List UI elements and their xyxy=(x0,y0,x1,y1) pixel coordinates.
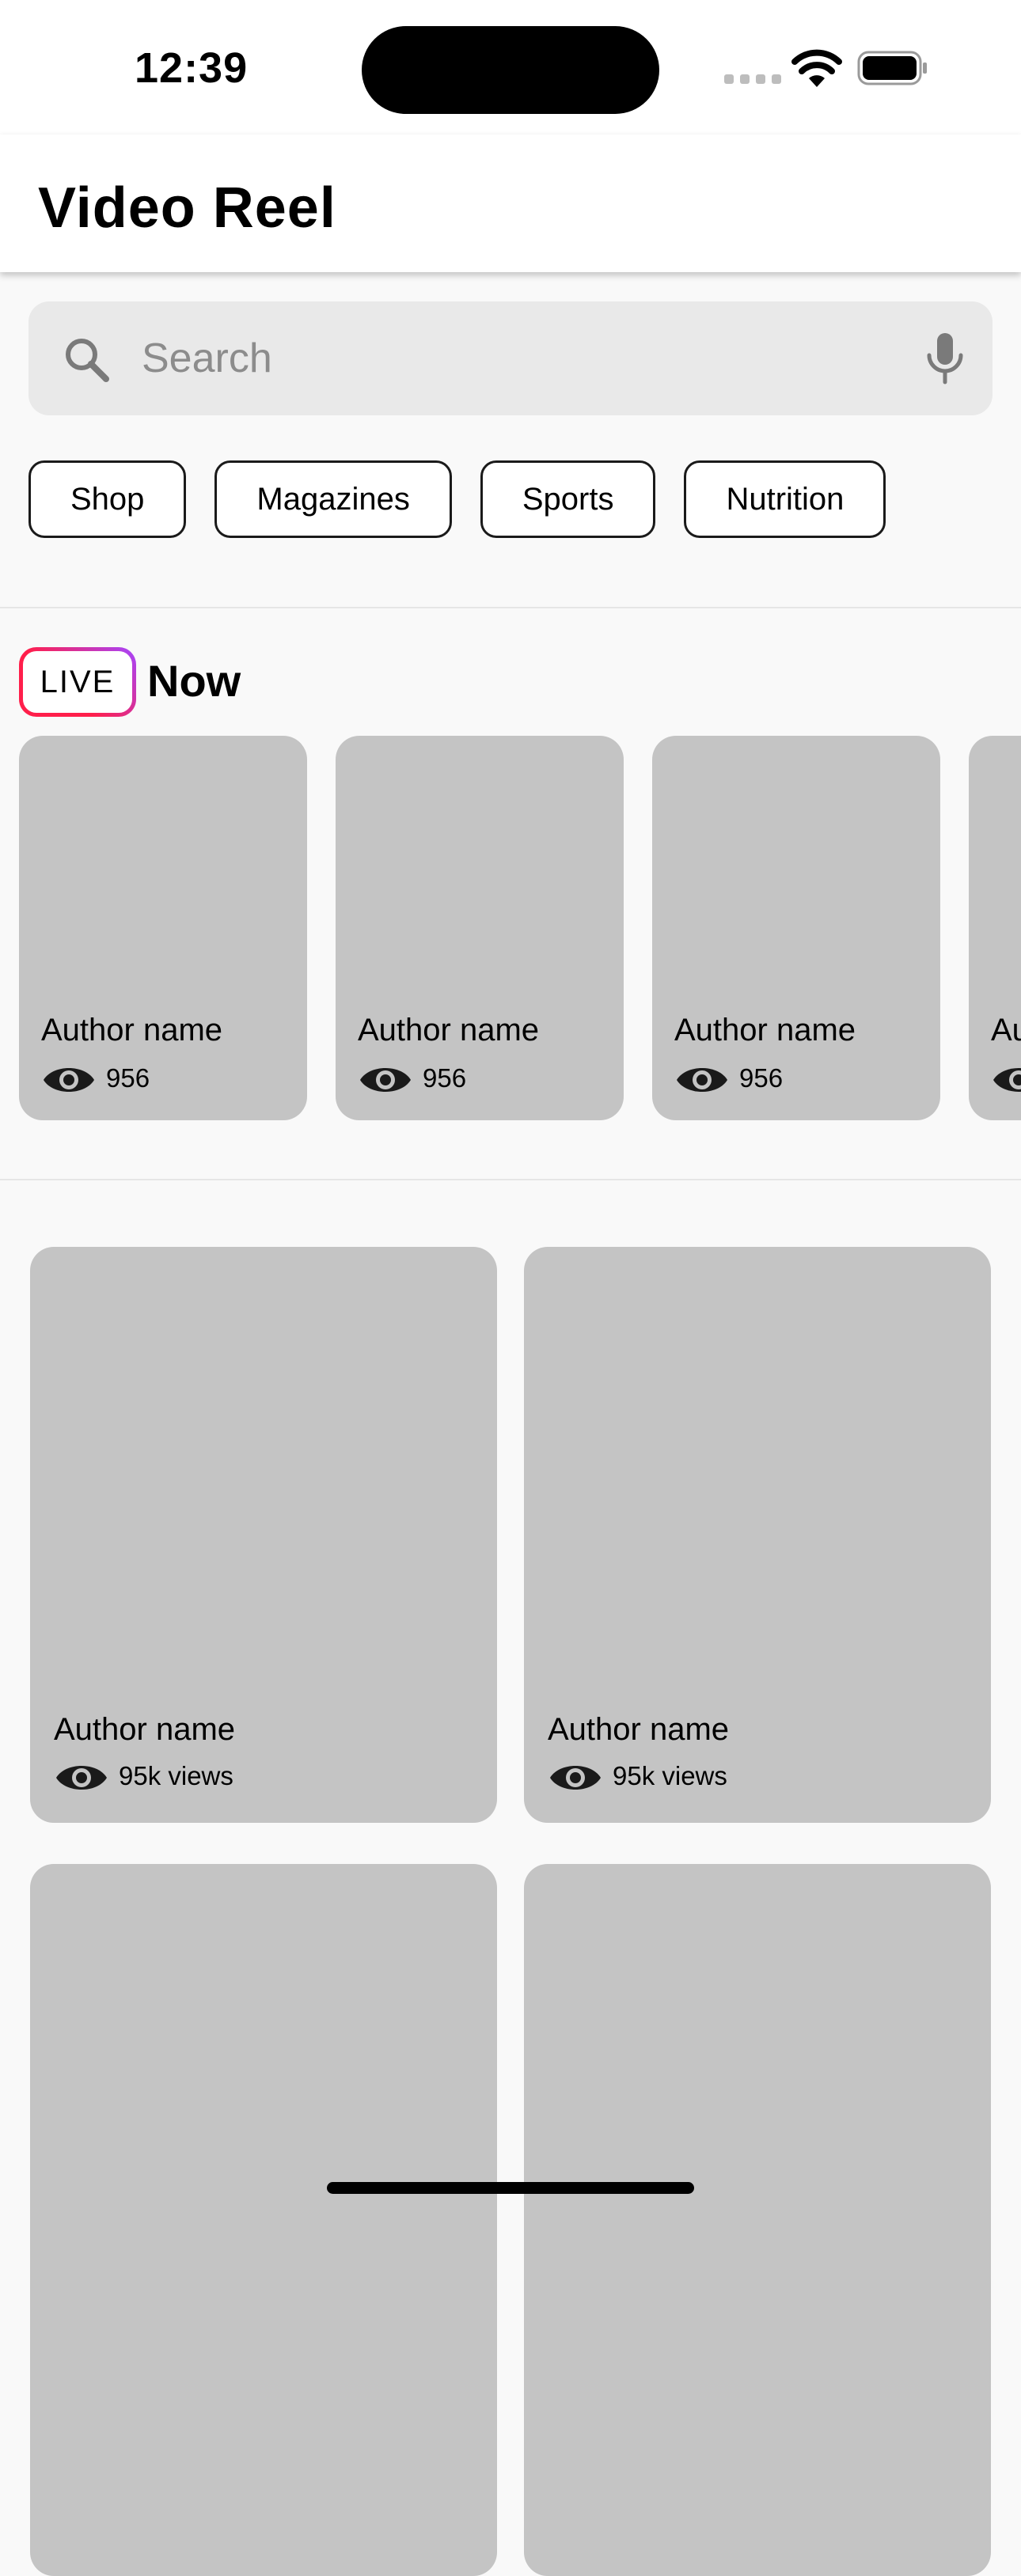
live-card-viewers: 956 xyxy=(739,1063,784,1093)
status-bar: 12:39 xyxy=(0,0,1021,134)
live-card[interactable]: Author name 956 xyxy=(336,736,624,1120)
video-card-author: Author name xyxy=(548,1712,730,1747)
live-card[interactable]: Author name 956 xyxy=(19,736,307,1120)
live-card-author: Author name xyxy=(358,1013,540,1047)
microphone-icon[interactable] xyxy=(921,331,969,385)
live-badge: LIVE xyxy=(19,647,136,717)
live-badge-label: LIVE xyxy=(23,651,132,713)
cellular-signal-icon xyxy=(724,74,781,84)
video-card[interactable]: Author name 95k views xyxy=(30,1247,497,1823)
eye-icon xyxy=(993,1068,1021,1092)
live-card-author: Author name xyxy=(991,1013,1021,1047)
video-card-views: 95k views xyxy=(119,1761,233,1790)
live-card-viewers: 956 xyxy=(423,1063,467,1093)
eye-icon xyxy=(44,1068,94,1092)
wifi-icon xyxy=(791,49,842,87)
home-indicator[interactable] xyxy=(327,2182,694,2194)
category-chips: Shop Magazines Sports Nutrition xyxy=(28,460,886,538)
chip-nutrition[interactable]: Nutrition xyxy=(684,460,886,538)
dynamic-island xyxy=(362,26,659,114)
status-time: 12:39 xyxy=(135,44,249,92)
section-divider xyxy=(0,1179,1021,1180)
live-section-title: Now xyxy=(147,656,241,706)
section-divider xyxy=(0,607,1021,608)
chip-shop[interactable]: Shop xyxy=(28,460,187,538)
search-icon xyxy=(66,339,109,382)
live-card-author: Author name xyxy=(41,1013,223,1047)
chip-magazines[interactable]: Magazines xyxy=(214,460,452,538)
search-bar[interactable] xyxy=(28,301,993,415)
app-header: Video Reel xyxy=(0,134,1021,272)
eye-icon xyxy=(56,1766,107,1790)
search-input[interactable] xyxy=(142,324,901,393)
video-card[interactable] xyxy=(524,1864,991,2576)
video-card-author: Author name xyxy=(54,1712,236,1747)
live-card-viewers: 956 xyxy=(106,1063,150,1093)
eye-icon xyxy=(677,1068,727,1092)
live-card[interactable]: Author name 956 xyxy=(969,736,1021,1120)
video-card[interactable]: Author name 95k views xyxy=(524,1247,991,1823)
chip-sports[interactable]: Sports xyxy=(480,460,656,538)
live-carousel[interactable]: Author name 956 Author name 956 Author n… xyxy=(0,736,1021,1122)
eye-icon xyxy=(550,1766,601,1790)
live-card[interactable]: Author name 956 xyxy=(652,736,940,1120)
live-card-author: Author name xyxy=(674,1013,856,1047)
video-card-views: 95k views xyxy=(613,1761,727,1790)
page-title: Video Reel xyxy=(38,176,336,240)
battery-icon xyxy=(857,51,927,85)
eye-icon xyxy=(360,1068,411,1092)
video-card[interactable] xyxy=(30,1864,497,2576)
